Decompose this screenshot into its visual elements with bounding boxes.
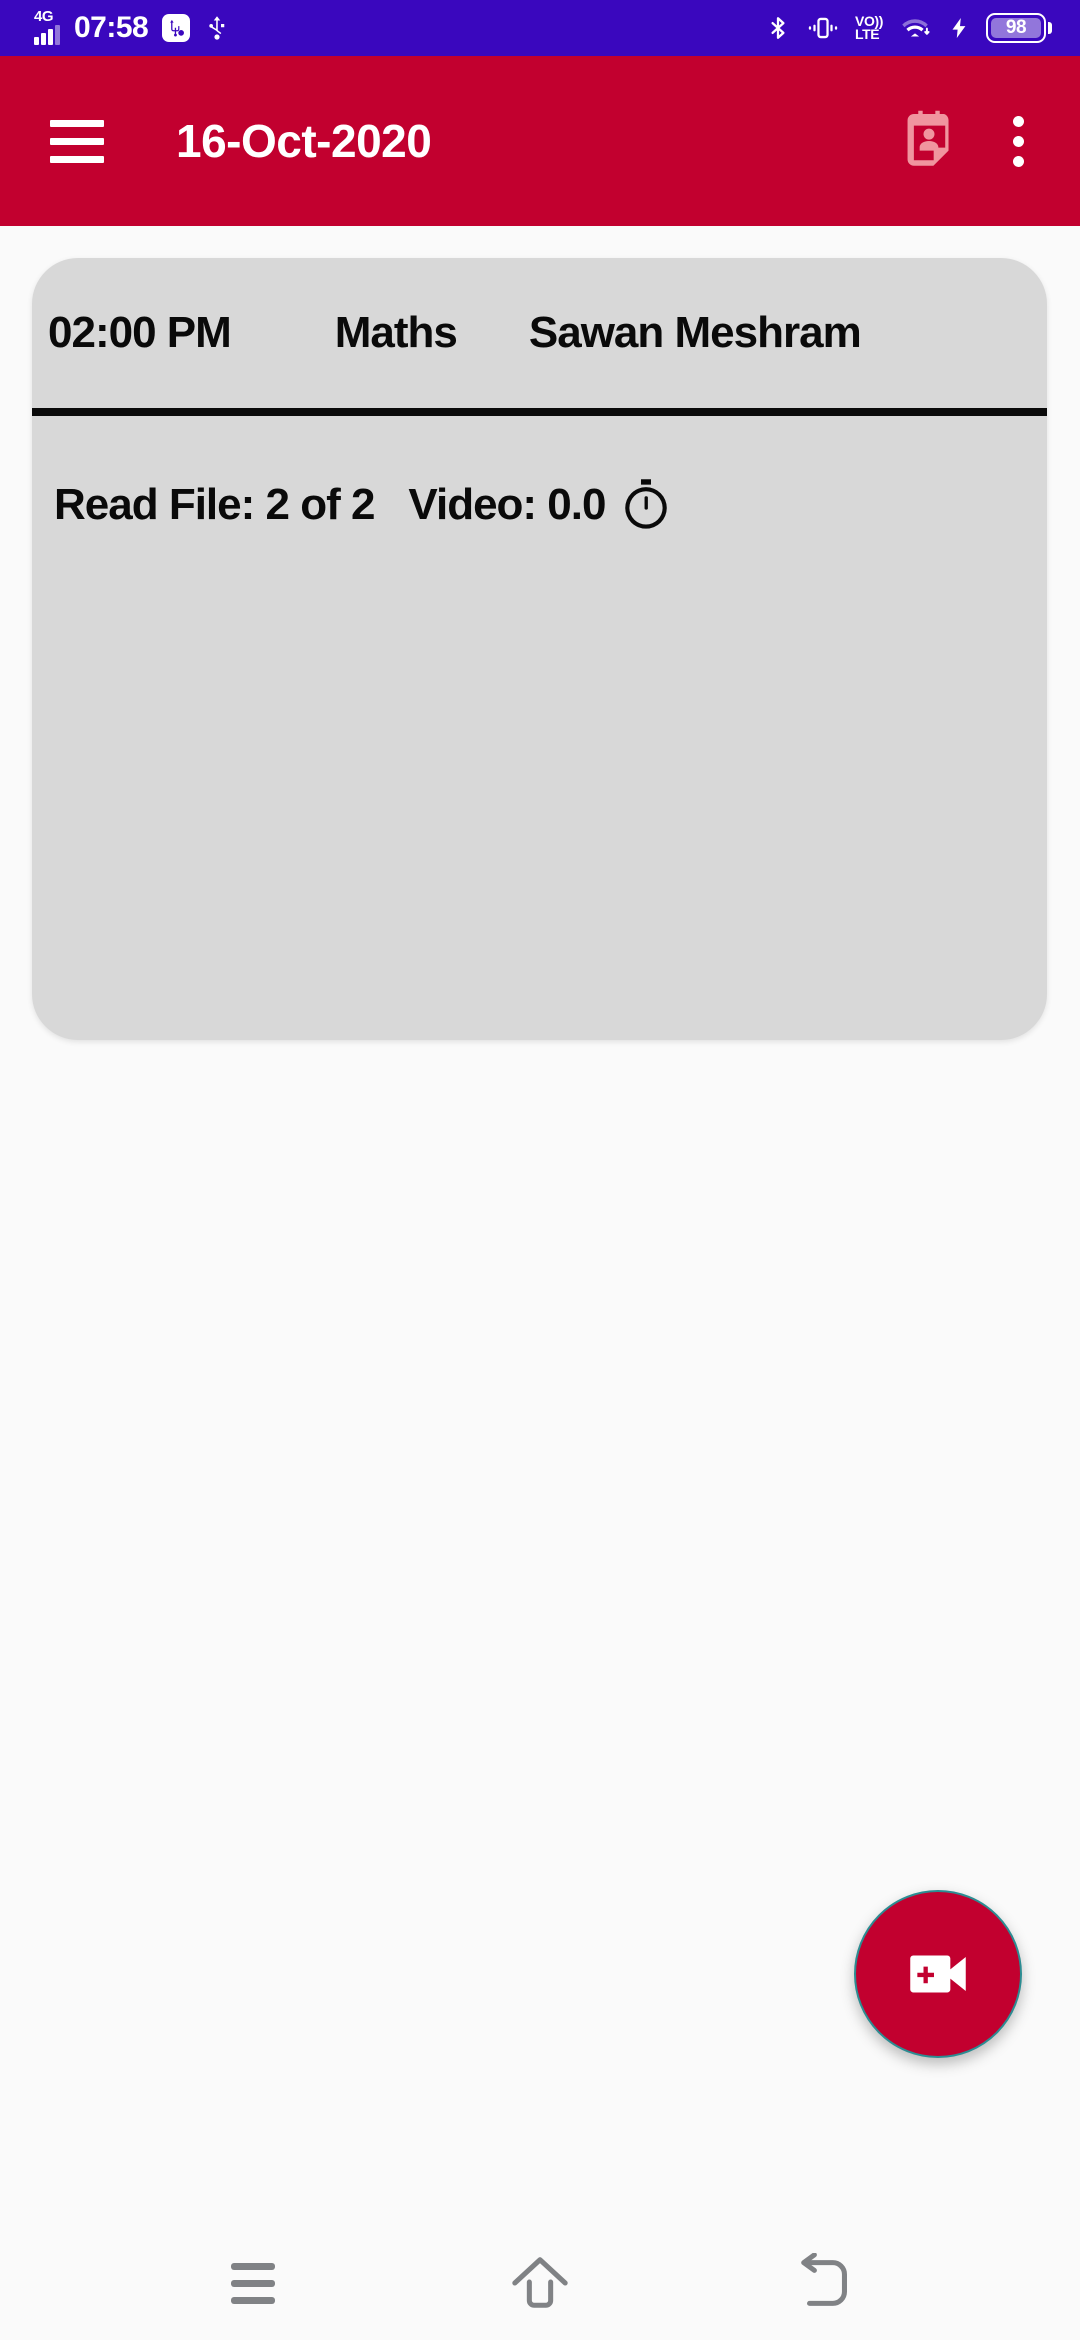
back-button[interactable] xyxy=(767,2238,887,2328)
overflow-dot-3 xyxy=(1012,155,1024,167)
wifi-icon xyxy=(898,13,932,43)
status-bar-left: 4G 07:58 xyxy=(34,8,230,45)
hamburger-menu-icon[interactable] xyxy=(50,119,104,163)
recents-line-3 xyxy=(231,2296,276,2304)
back-icon xyxy=(800,2253,847,2306)
network-type-label: 4G xyxy=(34,8,54,25)
battery-cap xyxy=(1048,22,1052,34)
session-card-header: 02:00 PM Maths Sawan Meshram xyxy=(32,258,1047,408)
recent-apps-button[interactable] xyxy=(193,2238,313,2328)
session-card-divider xyxy=(32,408,1047,416)
overflow-dot-2 xyxy=(1012,135,1024,147)
usb-icon xyxy=(204,13,230,43)
hamburger-line-2 xyxy=(50,137,104,145)
status-bar-clock: 07:58 xyxy=(74,11,149,44)
signal-bar-4 xyxy=(55,25,60,45)
bluetooth-icon xyxy=(765,13,791,43)
overflow-dot-1 xyxy=(1012,115,1024,127)
session-card-body: Read File: 2 of 2 Video: 0.0 xyxy=(32,416,1047,532)
volte-bottom-label: LTE xyxy=(855,26,880,42)
start-video-call-fab[interactable] xyxy=(854,1890,1022,2058)
content-area: 02:00 PM Maths Sawan Meshram Read File: … xyxy=(0,226,1080,2226)
app-bar: 16-Oct-2020 xyxy=(0,56,1080,226)
recent-apps-icon xyxy=(231,2262,276,2304)
read-file-status: Read File: 2 of 2 xyxy=(54,480,375,529)
signal-bar-1 xyxy=(34,37,39,45)
page-title: 16-Oct-2020 xyxy=(176,115,432,167)
system-navigation-bar xyxy=(0,2226,1080,2340)
session-card[interactable]: 02:00 PM Maths Sawan Meshram Read File: … xyxy=(32,258,1047,1040)
charging-bolt-icon xyxy=(947,13,971,43)
signal-bar-3 xyxy=(48,29,53,45)
signal-bar-2 xyxy=(41,33,46,45)
volte-icon: VO)) LTE xyxy=(855,13,883,42)
video-status: Video: 0.0 xyxy=(408,480,606,529)
calendar-contact-button[interactable] xyxy=(896,108,962,174)
calendar-contact-icon xyxy=(907,110,949,166)
battery-level-label: 98 xyxy=(991,17,1041,38)
vibrate-icon xyxy=(806,14,840,42)
recents-line-1 xyxy=(231,2262,276,2270)
signal-bars-icon: 4G xyxy=(34,8,60,45)
recents-line-2 xyxy=(231,2279,276,2287)
home-button[interactable] xyxy=(480,2238,600,2328)
battery-icon: 98 xyxy=(986,13,1052,43)
usb-debugging-icon xyxy=(162,14,191,42)
battery-body: 98 xyxy=(986,13,1046,43)
status-bar-right: VO)) LTE 98 xyxy=(765,13,1052,43)
session-teacher: Sawan Meshram xyxy=(528,308,862,357)
session-status-line: Read File: 2 of 2 Video: 0.0 xyxy=(54,478,1031,532)
session-time: 02:00 PM xyxy=(48,308,232,357)
hamburger-line-3 xyxy=(50,155,104,163)
session-subject: Maths xyxy=(334,308,458,357)
stopwatch-icon xyxy=(625,479,668,529)
status-bar: 4G 07:58 VO)) LTE 98 xyxy=(0,0,1080,56)
video-call-add-icon xyxy=(910,1955,966,1993)
hamburger-line-1 xyxy=(50,119,104,127)
overflow-menu-icon[interactable] xyxy=(990,115,1046,167)
home-icon xyxy=(512,2257,568,2308)
